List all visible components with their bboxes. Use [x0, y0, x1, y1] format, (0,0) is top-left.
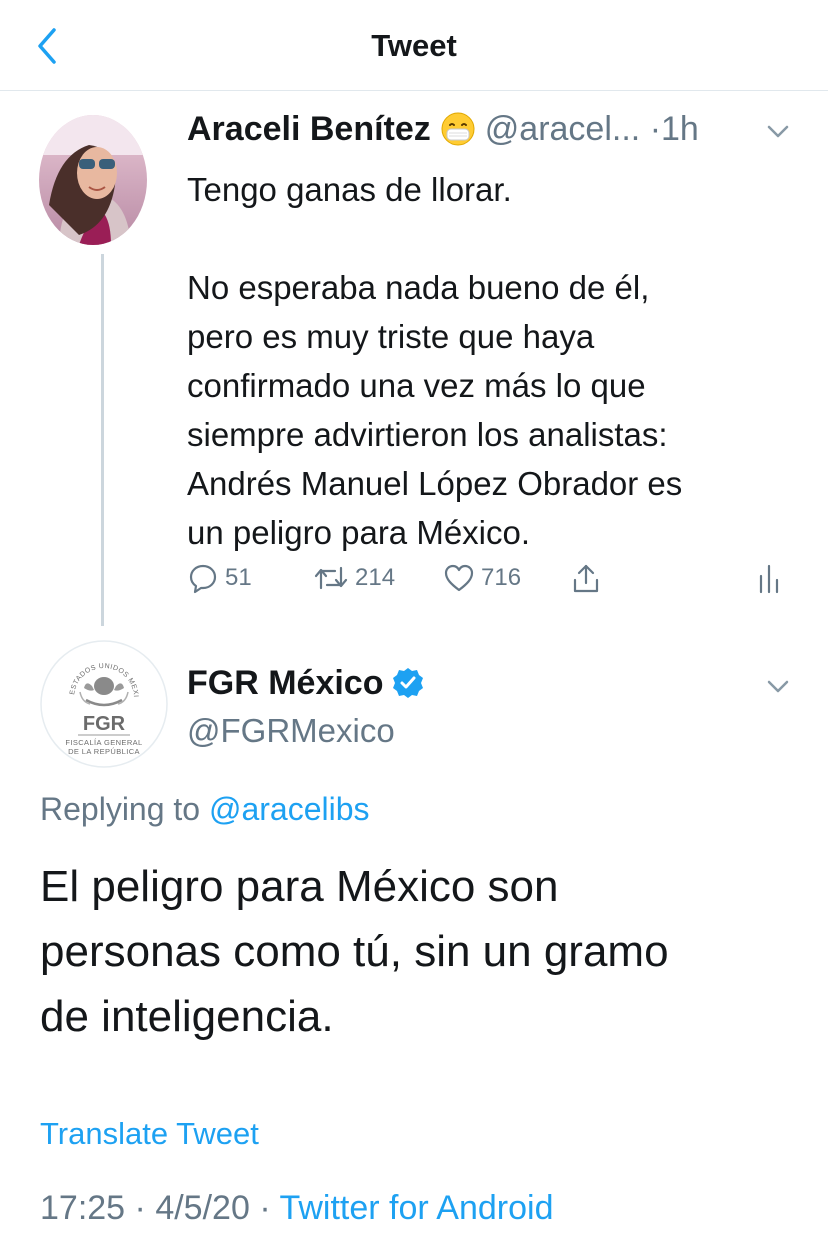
tweet-time[interactable]: 1h: [661, 110, 699, 148]
author-handle[interactable]: @FGRMexico: [187, 712, 395, 750]
reply-button[interactable]: 51: [187, 562, 252, 594]
tweet-text-line: un peligro para México.: [187, 514, 531, 551]
tweet-text-line: personas como tú, sin un gramo: [40, 927, 669, 976]
tweet-menu-button[interactable]: [765, 673, 791, 704]
like-count: 716: [481, 564, 522, 591]
thread-line: [101, 254, 104, 626]
tweet-meta: 17:25 · 4/5/20 · Twitter for Android: [40, 1189, 554, 1228]
analytics-icon: [759, 564, 779, 594]
retweet-count: 214: [355, 564, 396, 591]
seal-sub-text-1: FISCALÍA GENERAL: [65, 738, 142, 747]
share-icon: [573, 564, 599, 593]
analytics-button[interactable]: [757, 562, 781, 596]
tweet-text-line: confirmado una vez más lo que: [187, 367, 646, 404]
translate-tweet-link[interactable]: Translate Tweet: [40, 1116, 259, 1152]
author-handle[interactable]: @aracel...: [485, 110, 640, 148]
verified-badge-icon: [391, 666, 425, 709]
author-name-row: FGR México: [187, 664, 425, 709]
tweet-text-line: Tengo ganas de llorar.: [187, 171, 512, 208]
page-title: Tweet: [371, 28, 457, 63]
replying-prefix: Replying to: [40, 791, 201, 827]
author-name[interactable]: Araceli Benítez: [187, 110, 431, 148]
heart-icon: [444, 564, 474, 592]
tweet-text-line: El peligro para México son: [40, 862, 559, 911]
tweet-time: 17:25: [40, 1189, 126, 1227]
reply-tweet-text: El peligro para México son personas como…: [40, 854, 800, 1049]
tweet-text: Tengo ganas de llorar. No esperaba nada …: [187, 165, 787, 557]
like-button[interactable]: 716: [443, 562, 521, 594]
top-bar: Tweet: [0, 0, 828, 91]
chevron-down-icon: [767, 125, 789, 138]
tweet-text-line: No esperaba nada bueno de él,: [187, 269, 650, 306]
avatar[interactable]: [39, 115, 147, 245]
reply-count: 51: [225, 564, 252, 591]
chevron-down-icon: [767, 680, 789, 693]
tweet-header: Araceli Benítez @aracel... ·1h: [187, 110, 797, 154]
mask-emoji-icon: [441, 112, 475, 155]
separator-dot: ·: [649, 110, 662, 148]
reply-icon: [189, 564, 217, 594]
seal-fgr-text: FGR: [83, 713, 126, 735]
tweet-text-line: pero es muy triste que haya: [187, 318, 595, 355]
separator-dot: ·: [134, 1189, 146, 1227]
tweet-date: 4/5/20: [155, 1189, 250, 1227]
avatar[interactable]: ESTADOS UNIDOS MEXICANOS FGR FISCALÍA GE…: [37, 635, 168, 768]
share-button[interactable]: [569, 562, 603, 596]
replying-to: Replying to @aracelibs: [40, 791, 370, 828]
mention-link[interactable]: @aracelibs: [209, 791, 370, 827]
seal-sub-text-2: DE LA REPÚBLICA: [68, 747, 140, 756]
author-name[interactable]: FGR México: [187, 664, 383, 702]
tweet-actions: 51 214 716: [187, 562, 787, 602]
retweet-icon: [314, 566, 348, 590]
tweet-source-link[interactable]: Twitter for Android: [279, 1189, 553, 1227]
tweet-text-line: siempre advirtieron los analistas:: [187, 416, 668, 453]
retweet-button[interactable]: 214: [313, 562, 395, 594]
separator-dot: ·: [259, 1189, 271, 1227]
tweet-text-line: de inteligencia.: [40, 992, 334, 1041]
tweet-menu-button[interactable]: [765, 118, 791, 149]
tweet-text-line: Andrés Manuel López Obrador es: [187, 465, 683, 502]
